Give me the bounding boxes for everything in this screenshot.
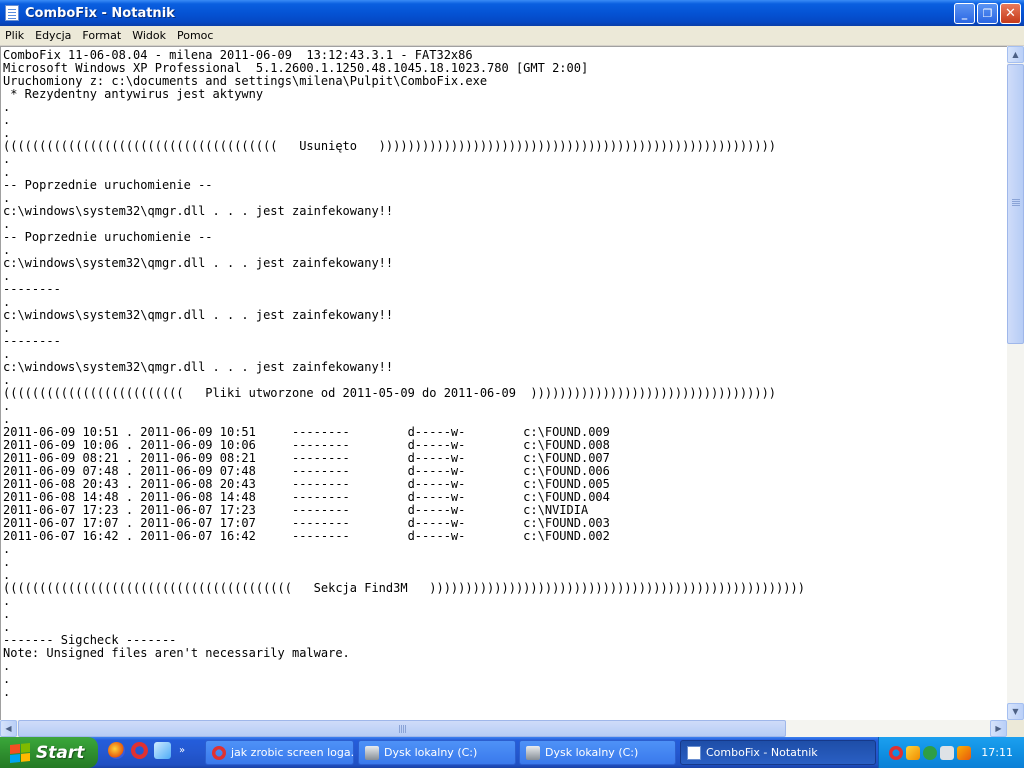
- chevron-right-icon[interactable]: »: [179, 745, 185, 756]
- clock: 17:11: [981, 746, 1013, 759]
- taskbar-button-drive-1[interactable]: Dysk lokalny (C:): [358, 740, 516, 765]
- taskbar-button-notepad[interactable]: ComboFix - Notatnik: [680, 740, 876, 765]
- text-editor[interactable]: ComboFix 11-06-08.04 - milena 2011-06-09…: [0, 46, 1007, 720]
- start-label: Start: [36, 742, 85, 763]
- task-label: Dysk lokalny (C:): [384, 746, 478, 759]
- scroll-right-button[interactable]: ▶: [990, 720, 1007, 737]
- text-line: .: [3, 399, 11, 413]
- opera-icon: [212, 745, 226, 760]
- show-desktop-icon[interactable]: [154, 742, 171, 759]
- horizontal-scroll-thumb[interactable]: [18, 720, 786, 737]
- drive-icon: [365, 745, 379, 760]
- opera-icon[interactable]: [131, 742, 148, 759]
- text-line: .: [3, 152, 11, 166]
- close-button[interactable]: ✕: [1000, 3, 1021, 24]
- text-line: c:\windows\system32\qmgr.dll . . . jest …: [3, 256, 394, 270]
- menu-edycja[interactable]: Edycja: [30, 29, 77, 42]
- notepad-icon: [5, 5, 19, 21]
- quick-launch: »: [108, 742, 185, 759]
- text-line: Note: Unsigned files aren't necessarily …: [3, 646, 350, 660]
- task-label: Dysk lokalny (C:): [545, 746, 639, 759]
- firefox-icon[interactable]: [108, 742, 125, 759]
- text-line: c:\windows\system32\qmgr.dll . . . jest …: [3, 204, 394, 218]
- taskbar-button-drive-2[interactable]: Dysk lokalny (C:): [519, 740, 676, 765]
- antivirus-icon[interactable]: [923, 745, 937, 760]
- text-line: .: [3, 555, 11, 569]
- system-tray: 17:11: [878, 737, 1024, 768]
- text-line: .: [3, 542, 11, 556]
- taskbar-button-opera[interactable]: jak zrobic screen loga...: [205, 740, 354, 765]
- title-bar[interactable]: ComboFix - Notatnik _ ❐ ✕: [0, 0, 1024, 26]
- start-button[interactable]: Start: [0, 737, 98, 768]
- text-line: .: [3, 659, 11, 673]
- task-label: ComboFix - Notatnik: [706, 746, 818, 759]
- text-line: -- Poprzednie uruchomienie --: [3, 230, 213, 244]
- drive-icon: [526, 745, 540, 760]
- opera-tray-icon[interactable]: [889, 745, 903, 760]
- volume-icon[interactable]: [940, 745, 954, 760]
- text-line: ((((((((((((((((((((((((( Pliki utworzon…: [3, 386, 777, 400]
- scroll-down-button[interactable]: ▼: [1007, 703, 1024, 720]
- messenger-icon[interactable]: [906, 745, 920, 760]
- text-line: -- Poprzednie uruchomienie --: [3, 178, 213, 192]
- menu-widok[interactable]: Widok: [127, 29, 172, 42]
- text-line: 2011-06-07 16:42 . 2011-06-07 16:42 ----…: [3, 529, 610, 543]
- minimize-button[interactable]: _: [954, 3, 975, 24]
- taskbar: Start » jak zrobic screen loga... Dysk l…: [0, 737, 1024, 768]
- text-line: .: [3, 685, 11, 699]
- notepad-icon: [687, 745, 701, 760]
- menu-plik[interactable]: Plik: [0, 29, 30, 42]
- horizontal-scrollbar[interactable]: ◀ ▶: [0, 720, 1007, 737]
- menu-bar: Plik Edycja Format Widok Pomoc: [0, 26, 1024, 46]
- maximize-button[interactable]: ❐: [977, 3, 998, 24]
- text-line: .: [3, 113, 11, 127]
- text-line: .: [3, 269, 11, 283]
- text-line: .: [3, 100, 11, 114]
- text-line: * Rezydentny antywirus jest aktywny: [3, 87, 264, 101]
- size-grip[interactable]: [1007, 720, 1024, 737]
- task-label: jak zrobic screen loga...: [231, 746, 354, 759]
- text-line: .: [3, 594, 11, 608]
- scroll-left-button[interactable]: ◀: [0, 720, 17, 737]
- text-line: .: [3, 607, 11, 621]
- text-line: .: [3, 672, 11, 686]
- windows-flag-icon: [10, 742, 30, 763]
- text-line: ((((((((((((((((((((((((((((((((((((((((…: [3, 581, 805, 595]
- text-line: --------: [3, 334, 61, 348]
- text-line: c:\windows\system32\qmgr.dll . . . jest …: [3, 308, 394, 322]
- text-line: --------: [3, 282, 61, 296]
- network-icon[interactable]: [957, 745, 971, 760]
- scroll-up-button[interactable]: ▲: [1007, 46, 1024, 63]
- vertical-scroll-thumb[interactable]: [1007, 64, 1024, 344]
- text-line: c:\windows\system32\qmgr.dll . . . jest …: [3, 360, 394, 374]
- text-line: .: [3, 321, 11, 335]
- editor-content: ComboFix 11-06-08.04 - milena 2011-06-09…: [1, 47, 1007, 699]
- text-line: (((((((((((((((((((((((((((((((((((((( U…: [3, 139, 777, 153]
- window-controls: _ ❐ ✕: [954, 3, 1021, 24]
- vertical-scrollbar[interactable]: ▲ ▼: [1007, 46, 1024, 720]
- menu-pomoc[interactable]: Pomoc: [172, 29, 219, 42]
- window-title: ComboFix - Notatnik: [25, 5, 175, 21]
- menu-format[interactable]: Format: [77, 29, 127, 42]
